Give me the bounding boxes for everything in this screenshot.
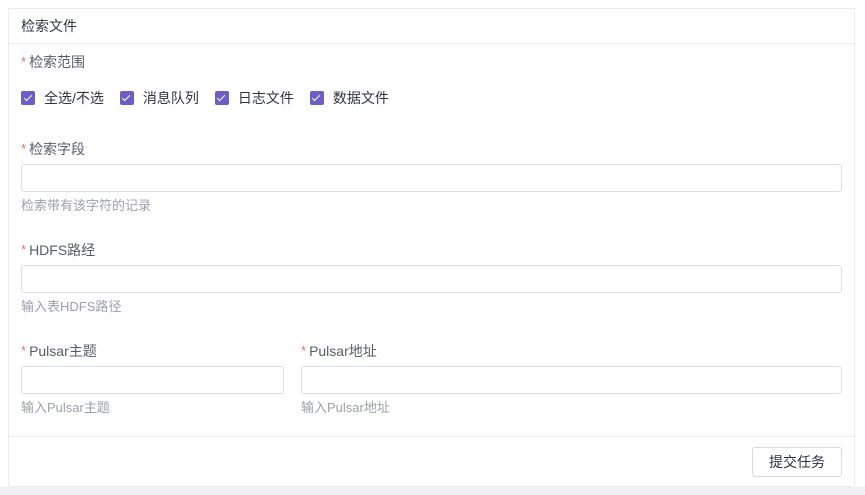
search-field-label: * 检索字段 <box>21 141 842 157</box>
submit-task-button[interactable]: 提交任务 <box>752 447 842 477</box>
hdfs-path-input[interactable] <box>21 265 842 293</box>
pulsar-topic-input[interactable] <box>21 366 284 394</box>
pulsar-topic-label: * Pulsar主题 <box>21 343 284 359</box>
search-file-form: * 检索范围 全选/不选 消息队列 日志文件 数据文件 <box>9 44 854 436</box>
required-asterisk-icon: * <box>301 343 306 359</box>
hdfs-path-label-text: HDFS路经 <box>29 242 95 258</box>
hdfs-path-hint: 输入表HDFS路径 <box>21 299 842 315</box>
pulsar-address-label-text: Pulsar地址 <box>309 343 377 359</box>
checkbox-label[interactable]: 消息队列 <box>143 89 199 107</box>
scope-checkbox-row: 全选/不选 消息队列 日志文件 数据文件 <box>21 89 842 107</box>
form-group-pulsar-topic: * Pulsar主题 输入Pulsar主题 <box>21 343 284 416</box>
pulsar-row: * Pulsar主题 输入Pulsar主题 * Pulsar地址 输入Pulsa… <box>21 343 842 436</box>
search-field-input[interactable] <box>21 164 842 192</box>
page-bottom-strip <box>0 487 865 495</box>
pulsar-topic-hint: 输入Pulsar主题 <box>21 400 284 416</box>
search-file-card: 检索文件 * 检索范围 全选/不选 消息队列 日志文件 <box>8 8 855 487</box>
form-group-hdfs-path: * HDFS路经 输入表HDFS路径 <box>21 242 842 315</box>
hdfs-path-label: * HDFS路经 <box>21 242 842 258</box>
required-asterisk-icon: * <box>21 141 26 157</box>
checkbox-log-file[interactable]: 日志文件 <box>215 89 294 107</box>
checkbox-checked-icon[interactable] <box>215 91 229 105</box>
form-group-pulsar-address: * Pulsar地址 输入Pulsar地址 <box>301 343 842 416</box>
checkbox-select-all[interactable]: 全选/不选 <box>21 89 104 107</box>
card-footer: 提交任务 <box>9 436 854 486</box>
checkbox-label[interactable]: 全选/不选 <box>44 89 104 107</box>
pulsar-address-input[interactable] <box>301 366 842 394</box>
checkbox-checked-icon[interactable] <box>21 91 35 105</box>
checkbox-label[interactable]: 数据文件 <box>333 89 389 107</box>
pulsar-topic-label-text: Pulsar主题 <box>29 343 97 359</box>
search-field-hint: 检索带有该字符的记录 <box>21 198 842 214</box>
checkbox-checked-icon[interactable] <box>310 91 324 105</box>
pulsar-address-label: * Pulsar地址 <box>301 343 842 359</box>
checkbox-checked-icon[interactable] <box>120 91 134 105</box>
required-asterisk-icon: * <box>21 54 26 70</box>
card-title: 检索文件 <box>9 9 854 44</box>
checkbox-data-file[interactable]: 数据文件 <box>310 89 389 107</box>
required-asterisk-icon: * <box>21 343 26 359</box>
form-group-scope: * 检索范围 全选/不选 消息队列 日志文件 数据文件 <box>21 54 842 107</box>
scope-label-text: 检索范围 <box>29 54 85 70</box>
search-field-label-text: 检索字段 <box>29 141 85 157</box>
form-group-search-field: * 检索字段 检索带有该字符的记录 <box>21 141 842 214</box>
required-asterisk-icon: * <box>21 242 26 258</box>
pulsar-address-hint: 输入Pulsar地址 <box>301 400 842 416</box>
checkbox-label[interactable]: 日志文件 <box>238 89 294 107</box>
scope-label: * 检索范围 <box>21 54 842 70</box>
checkbox-message-queue[interactable]: 消息队列 <box>120 89 199 107</box>
